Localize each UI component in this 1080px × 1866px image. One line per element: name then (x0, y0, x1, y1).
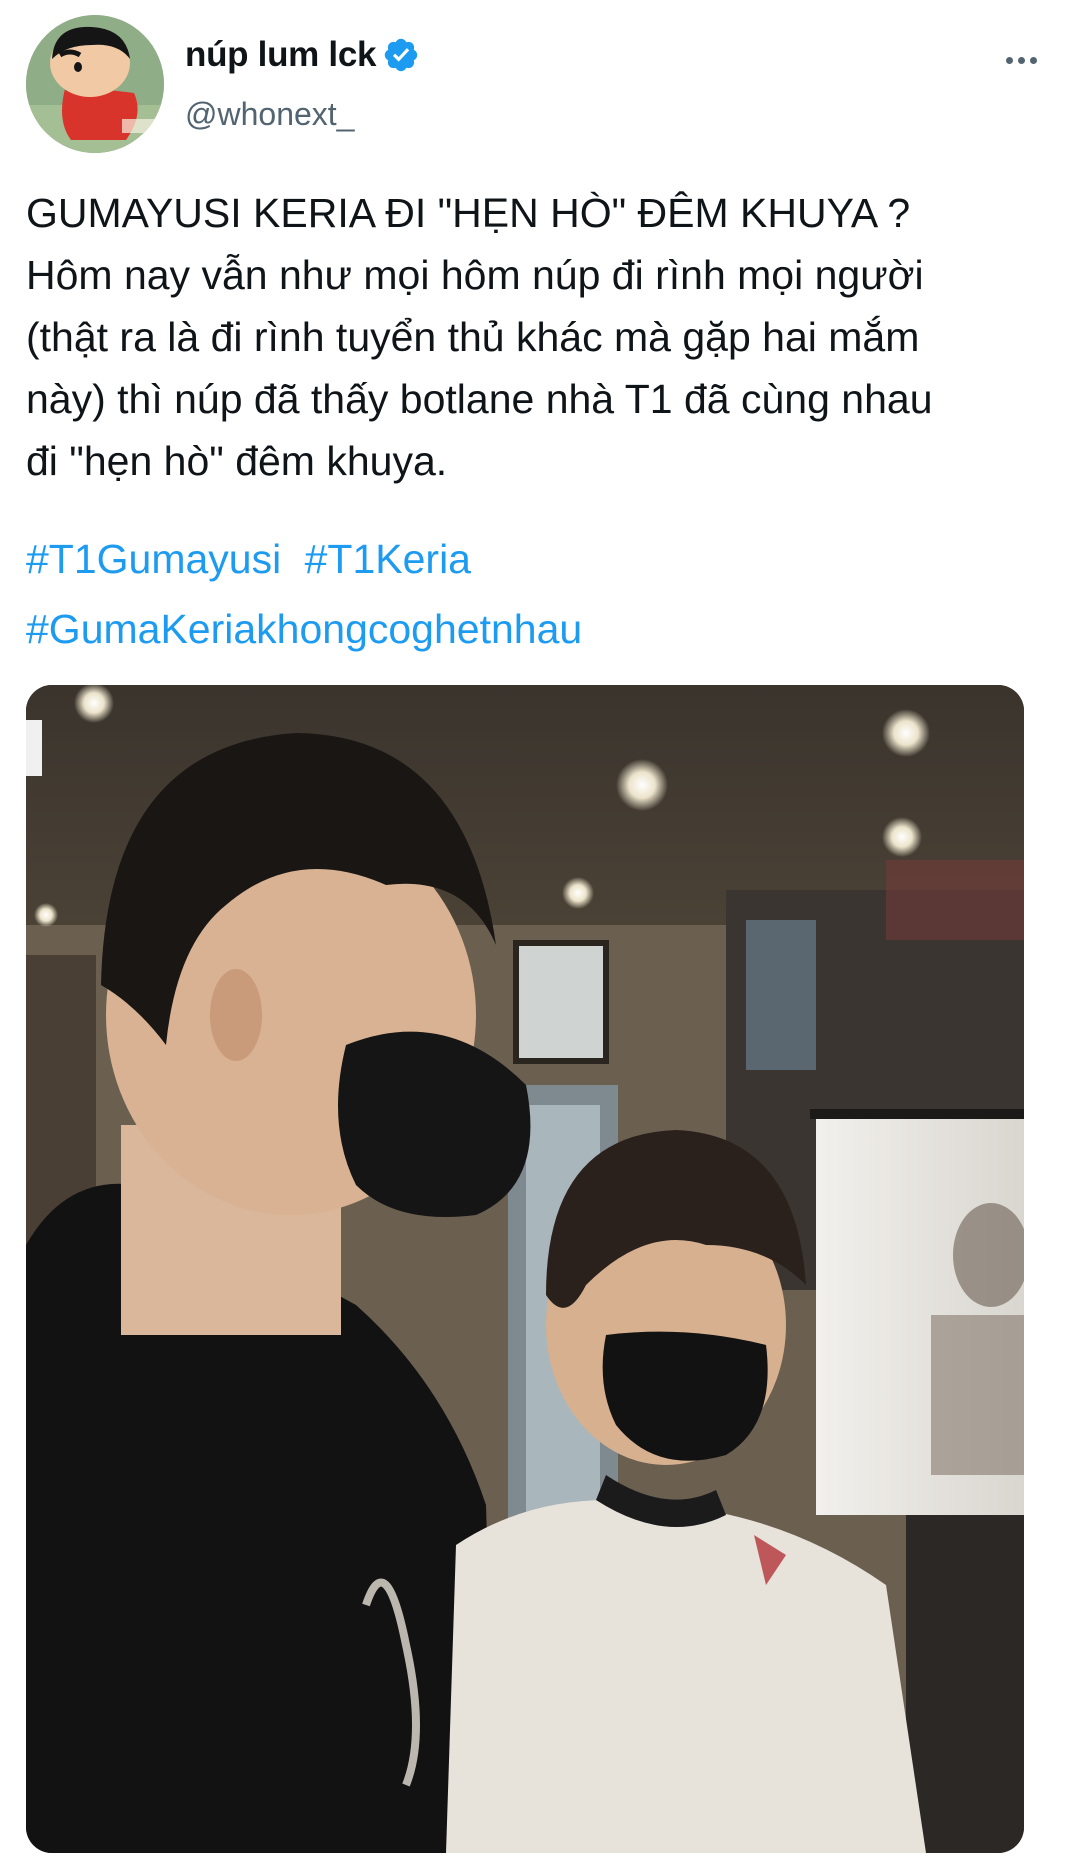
tweet-text-line: (thật ra là đi rình tuyển thủ khác mà gặ… (26, 314, 920, 360)
more-dot (1005, 56, 1013, 64)
hashtag-link[interactable]: #T1Keria (305, 536, 471, 582)
author-handle[interactable]: @whonext_ (185, 96, 354, 133)
more-options-icon[interactable] (998, 40, 1044, 80)
hashtag-row: #T1Gumayusi #T1Keria (26, 524, 1056, 594)
tweet-text-line: Hôm nay vẫn như mọi hôm núp đi rình mọi … (26, 252, 924, 298)
tweet-text-line: GUMAYUSI KERIA ĐI "HẸN HÒ" ĐÊM KHUYA ? (26, 190, 911, 236)
tweet-header: núp lum lck @whonext_ (0, 0, 1080, 170)
hashtag-link[interactable]: #GumaKeriakhongcoghetnhau (26, 606, 582, 652)
avatar[interactable] (26, 15, 164, 153)
display-name[interactable]: núp lum lck (185, 35, 376, 75)
hashtag-link[interactable]: #T1Gumayusi (26, 536, 281, 582)
hashtag-row: #GumaKeriakhongcoghetnhau (26, 594, 1056, 664)
verified-badge-icon (384, 38, 418, 72)
tweet-text-line: đi "hẹn hò" đêm khuya. (26, 438, 448, 484)
more-dot (1029, 56, 1037, 64)
tweet-text-line: này) thì núp đã thấy botlane nhà T1 đã c… (26, 376, 933, 422)
tweet-text: GUMAYUSI KERIA ĐI "HẸN HÒ" ĐÊM KHUYA ? H… (26, 182, 1056, 492)
author-name-row[interactable]: núp lum lck (185, 32, 420, 78)
tweet-media-photo[interactable] (26, 685, 1024, 1853)
photo-scene (26, 685, 1024, 1853)
more-dot (1017, 56, 1025, 64)
tweet: núp lum lck @whonext_ GUMAYUSI KERIA ĐI … (0, 0, 1080, 1866)
hashtag-list: #T1Gumayusi #T1Keria #GumaKeriakhongcogh… (26, 524, 1056, 664)
avatar-cartoon-icon (26, 15, 164, 153)
